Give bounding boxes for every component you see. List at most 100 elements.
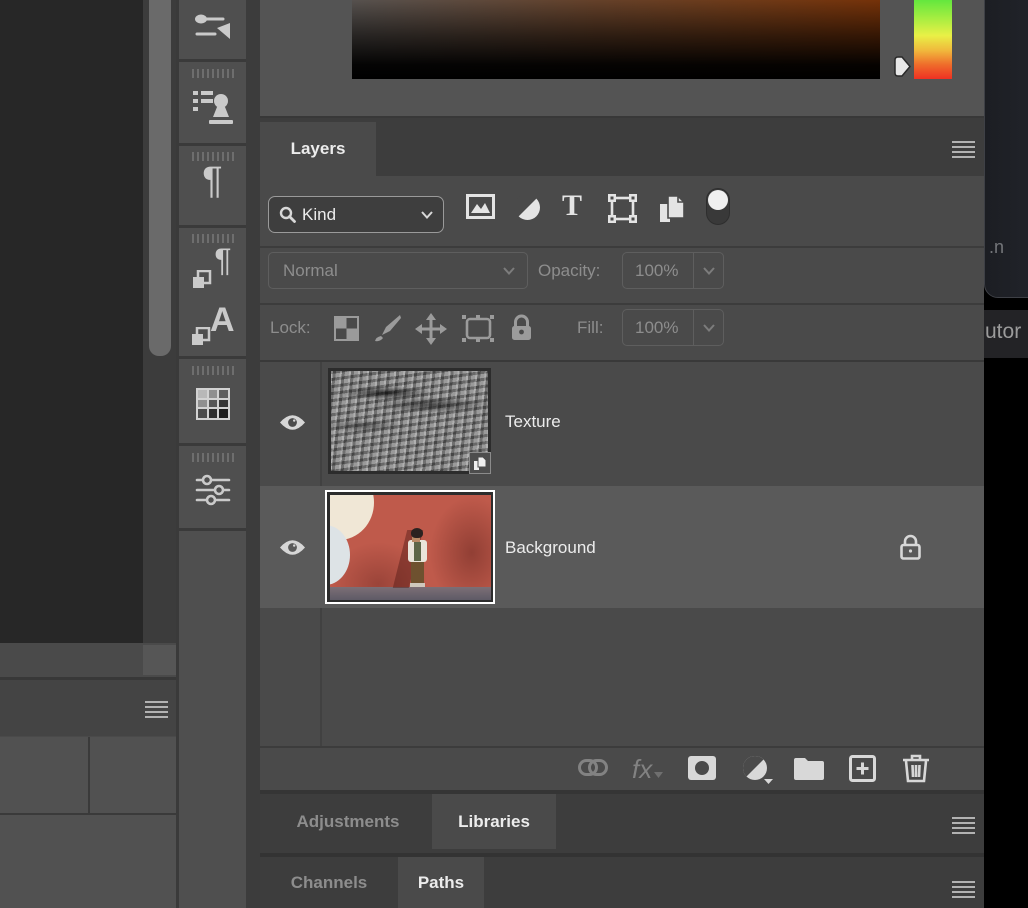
divider [179,356,246,359]
layers-panel-menu-icon[interactable] [952,141,975,158]
lock-paint-icon[interactable] [372,313,402,348]
background-window-strip: utor [984,310,1028,358]
color-panel-bottom [260,0,984,118]
adjustments-libraries-tab-bar: Adjustments Libraries [260,794,984,857]
lock-all-icon[interactable] [510,314,533,347]
hue-slider[interactable] [914,0,952,79]
paragraph-icon[interactable]: ¶ [202,162,222,200]
chevron-down-icon [703,324,715,332]
blend-mode-select[interactable]: Normal [268,252,528,289]
character-styles-icon[interactable]: A [191,305,235,347]
canvas-vertical-scrollbar-thumb[interactable] [149,0,171,356]
tab-adjustments[interactable]: Adjustments [260,794,436,849]
smart-object-filter-icon[interactable] [658,194,686,229]
divider [693,253,695,288]
lower-left-panel-corner [143,645,176,675]
fill-value: 100% [635,318,678,338]
divider [88,737,90,813]
layer-row-texture[interactable]: Texture [260,362,984,486]
search-icon [279,206,296,223]
channels-paths-tab-bar: Channels Paths [260,857,984,908]
layer-lock-icon[interactable] [900,534,921,565]
layer-thumbnail-background[interactable] [325,490,495,604]
background-window-edge: .n utor [984,0,1028,908]
tab-paths[interactable]: Paths [398,857,484,908]
layers-footer-bar: fx [260,748,984,794]
lock-transparency-icon[interactable] [334,316,359,346]
dock-grip[interactable] [192,366,234,375]
background-photo [330,495,491,600]
link-layers-icon[interactable] [578,759,608,781]
shape-layer-filter-icon[interactable] [608,194,637,228]
background-window-text-fragment: .n [989,237,1004,258]
layer-thumbnail-texture[interactable] [328,368,491,474]
filter-kind-select[interactable]: Kind [268,196,444,233]
pixel-layer-filter-icon[interactable] [466,194,495,224]
adjustment-layer-filter-icon[interactable] [514,194,541,226]
divider [179,143,246,146]
color-field[interactable] [352,0,880,79]
chevron-down-icon [503,267,515,275]
opacity-value: 100% [635,261,678,281]
opacity-select[interactable]: 100% [622,252,724,289]
layer-row-background[interactable]: Background [260,486,984,608]
new-layer-icon[interactable] [849,755,876,787]
filter-toggle[interactable] [706,188,730,225]
lock-row: Lock: [260,305,984,362]
visibility-eye-icon[interactable] [279,413,306,432]
tab-libraries-label: Libraries [458,812,530,832]
fill-select[interactable]: 100% [622,309,724,346]
filter-kind-label: Kind [302,205,336,225]
panel-menu-icon[interactable] [145,701,168,718]
layer-name-background: Background [505,538,596,558]
tab-layers[interactable]: Layers [260,122,376,176]
swatches-icon[interactable] [196,388,230,425]
tab-adjustments-label: Adjustments [297,812,400,832]
type-layer-filter-icon[interactable]: T [562,191,582,221]
layer-filter-row: Kind T [260,176,984,248]
layer-mask-icon[interactable] [688,756,716,785]
hue-slider-pointer[interactable] [893,56,911,77]
smart-object-badge-icon [469,452,491,474]
lower-left-panel-cells [0,737,176,815]
photoshop-panels-region: ¶ ¶ A [0,0,1028,908]
tab-libraries[interactable]: Libraries [432,794,556,849]
lock-label: Lock: [270,318,311,338]
dock-panel-divider[interactable] [246,0,260,908]
tab-layers-label: Layers [291,139,346,159]
layers-panel-group: Layers Kind T [260,0,984,908]
new-group-icon[interactable] [794,756,824,785]
visibility-eye-icon[interactable] [279,538,306,557]
properties-icon[interactable] [195,474,231,511]
paths-panel-menu-icon[interactable] [952,881,975,898]
layers-tab-bar: Layers [260,118,984,176]
layer-name-texture: Texture [505,412,561,432]
lock-artboard-icon[interactable] [462,315,494,347]
tab-channels[interactable]: Channels [260,857,398,908]
clone-source-icon[interactable] [191,85,235,134]
canvas-vertical-scrollbar-track[interactable] [143,0,176,643]
brush-settings-icon[interactable] [193,6,233,55]
divider [179,225,246,228]
chevron-down-icon [421,211,433,219]
blend-mode-row: Normal Opacity: 100% [260,248,984,305]
dock-grip[interactable] [192,453,234,462]
divider [179,528,246,531]
background-window-corner: .n [984,0,1028,298]
adjustment-layer-icon[interactable] [742,755,774,790]
filter-toggle-knob [708,190,728,210]
opacity-label: Opacity: [538,261,600,281]
divider [693,310,695,345]
delete-layer-icon[interactable] [903,754,929,788]
layer-style-icon[interactable]: fx [632,754,663,785]
fill-label: Fill: [577,318,603,338]
document-canvas-edge [0,0,143,643]
libraries-panel-menu-icon[interactable] [952,817,975,834]
tab-paths-label: Paths [418,873,464,893]
lower-left-panel-body [0,815,176,908]
dock-grip[interactable] [192,69,234,78]
divider [179,59,246,62]
lock-position-icon[interactable] [415,313,447,350]
paragraph-styles-icon[interactable]: ¶ [192,248,234,290]
layer-list: Texture [260,362,984,748]
